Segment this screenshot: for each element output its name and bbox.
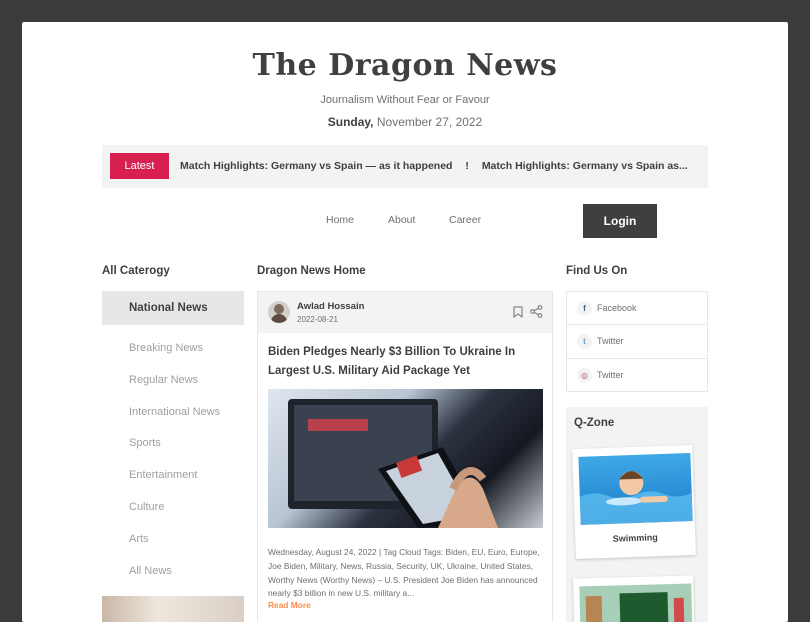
category-item[interactable]: Entertainment <box>129 469 220 501</box>
find-us-title: Find Us On <box>566 265 628 277</box>
current-date: Sunday, November 27, 2022 <box>22 115 788 129</box>
news-card[interactable]: Awlad Hossain 2022-08-21 Biden Pledges N… <box>257 291 553 622</box>
category-list: Breaking News Regular News International… <box>129 342 220 596</box>
article-excerpt: Wednesday, August 24, 2022 | Tag Cloud T… <box>268 547 540 599</box>
browser-frame: The Dragon News Journalism Without Fear … <box>22 22 788 622</box>
author-avatar <box>268 301 290 323</box>
q-zone-title: Q-Zone <box>574 417 615 429</box>
q-zone: Q-Zone Swimming <box>566 407 708 622</box>
twitter-icon: t <box>577 334 592 350</box>
card-header: Awlad Hossain 2022-08-21 <box>258 292 552 333</box>
social-label: Twitter <box>597 369 624 380</box>
ticker-item[interactable]: Match Highlights: Germany vs Spain as... <box>482 160 688 172</box>
side-news-thumbnail[interactable] <box>102 596 244 622</box>
social-label: Twitter <box>597 336 624 347</box>
swimming-image <box>578 453 693 525</box>
site-logo[interactable]: The Dragon News <box>22 48 788 83</box>
ticker-separator: ! <box>465 160 469 172</box>
category-item[interactable]: Sports <box>129 437 220 469</box>
q-zone-card[interactable]: Swimming <box>572 444 696 560</box>
q-zone-caption: Swimming <box>612 532 658 544</box>
site-tagline: Journalism Without Fear or Favour <box>320 94 490 106</box>
phone-hand-illustration <box>288 399 498 528</box>
category-item[interactable]: Regular News <box>129 374 220 406</box>
nav-about[interactable]: About <box>388 214 415 226</box>
social-links: f Facebook t Twitter ◎ Twitter <box>566 291 708 392</box>
classroom-image <box>579 583 693 622</box>
category-item[interactable]: International News <box>129 406 220 438</box>
ticker-marquee[interactable]: Match Highlights: Germany vs Spain — as … <box>180 145 700 188</box>
q-zone-card[interactable] <box>573 575 695 622</box>
nav-home[interactable]: Home <box>326 214 354 226</box>
social-label: Facebook <box>597 303 637 313</box>
main-title: Dragon News Home <box>257 265 366 277</box>
date-rest: November 27, 2022 <box>373 115 483 129</box>
category-national-news[interactable]: National News <box>102 291 244 325</box>
date-day: Sunday, <box>327 115 374 129</box>
ticker-item[interactable]: Match Highlights: Germany vs Spain — as … <box>180 160 452 172</box>
category-title: All Caterogy <box>102 265 170 277</box>
social-twitter[interactable]: t Twitter <box>567 325 707 359</box>
category-item[interactable]: All News <box>129 565 220 597</box>
article-image[interactable] <box>268 389 543 528</box>
category-item[interactable]: Culture <box>129 501 220 533</box>
author-name: Awlad Hossain <box>297 301 365 312</box>
social-instagram[interactable]: ◎ Twitter <box>567 359 707 392</box>
category-item[interactable]: Arts <box>129 533 220 565</box>
article-headline[interactable]: Biden Pledges Nearly $3 Billion To Ukrai… <box>268 343 538 380</box>
category-item[interactable]: Breaking News <box>129 342 220 374</box>
swimmer-illustration <box>579 471 693 525</box>
instagram-icon: ◎ <box>577 367 592 383</box>
read-more-link[interactable]: Read More <box>268 600 311 610</box>
classroom-illustration <box>585 592 685 622</box>
login-button[interactable]: Login <box>583 204 657 238</box>
publish-date: 2022-08-21 <box>297 315 338 324</box>
breaking-news-ticker: Latest Match Highlights: Germany vs Spai… <box>102 145 708 188</box>
social-facebook[interactable]: f Facebook <box>567 292 707 326</box>
bookmark-icon[interactable] <box>513 306 523 318</box>
facebook-icon: f <box>577 301 592 316</box>
nav-career[interactable]: Career <box>449 214 481 226</box>
share-icon[interactable] <box>530 305 543 318</box>
latest-badge[interactable]: Latest <box>110 153 169 179</box>
